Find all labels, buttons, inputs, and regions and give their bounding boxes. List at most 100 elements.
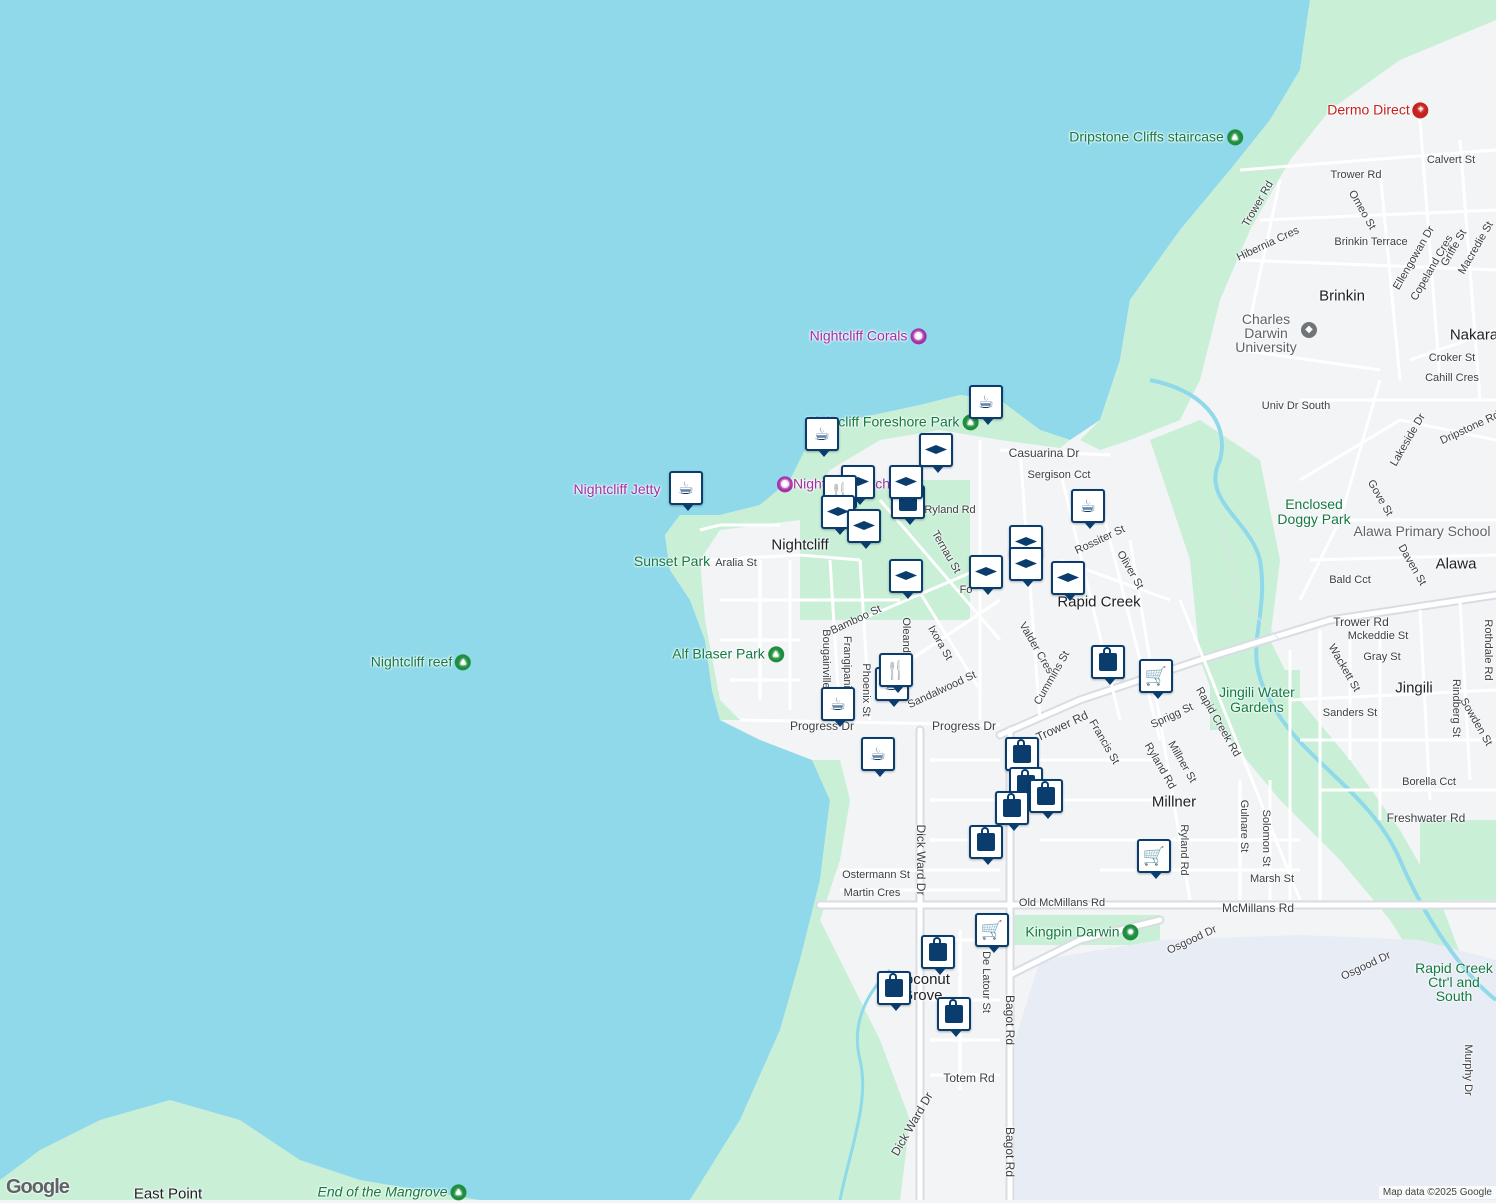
suburb-millner: Millner xyxy=(1151,793,1197,811)
tree-icon: ▲ xyxy=(455,654,472,671)
suburb-nightcliff: Nightcliff xyxy=(771,536,829,554)
street-label: Ostermann St xyxy=(842,869,910,881)
street-label: Trower Rd xyxy=(1330,169,1382,181)
graduation-cap-icon xyxy=(853,521,875,530)
shop-marker[interactable] xyxy=(1005,737,1039,777)
street-label: Casuarina Dr xyxy=(1008,446,1080,460)
shopping-bag-icon xyxy=(885,973,903,997)
school-marker[interactable] xyxy=(1051,561,1085,601)
street-label: Bagot Rd xyxy=(1003,1126,1017,1178)
map-canvas[interactable] xyxy=(0,0,1496,1200)
place-nightcliff-reef[interactable]: Nightcliff reef ▲ xyxy=(371,653,472,671)
shopping-cart-icon: 🛒 xyxy=(980,920,1004,940)
school-marker[interactable] xyxy=(969,555,1003,595)
street-label: Trower Rd xyxy=(1333,615,1389,629)
street-label: De Latour St xyxy=(980,951,992,1013)
school-marker[interactable] xyxy=(1009,547,1043,587)
suburb-jingili: Jingili xyxy=(1395,679,1433,697)
cafe-marker[interactable]: ☕ xyxy=(669,471,703,511)
street-label: Bagot Rd xyxy=(1003,994,1017,1046)
shopping-bag-icon xyxy=(945,999,963,1023)
place-label: Dripstone Cliffs staircase xyxy=(1069,128,1224,145)
restaurant-marker[interactable]: 🍴 xyxy=(879,653,913,693)
shopping-cart-icon: 🛒 xyxy=(1144,666,1168,686)
place-nightcliff-corals[interactable]: Nightcliff Corals ◉ xyxy=(809,327,927,345)
place-label: Kingpin Darwin xyxy=(1025,923,1120,940)
map-attribution[interactable]: Map data ©2025 Google xyxy=(1378,1186,1496,1199)
street-label: Croker St xyxy=(1428,352,1476,364)
place-label: Charles Darwin University xyxy=(1235,311,1297,355)
graduation-cap-icon xyxy=(895,477,917,486)
street-label: Sergison Cct xyxy=(1027,469,1091,481)
cafe-marker[interactable]: ☕ xyxy=(821,687,855,727)
shop-marker[interactable] xyxy=(1029,779,1063,819)
graduation-cap-icon xyxy=(1057,573,1079,582)
school-marker[interactable] xyxy=(847,509,881,549)
shop-marker[interactable] xyxy=(969,825,1003,865)
place-label: Nightcliff Corals xyxy=(809,327,908,344)
bowling-icon: ● xyxy=(1122,924,1139,941)
street-label: Calvert St xyxy=(1426,154,1476,166)
place-alf-blaser-park[interactable]: Alf Blaser Park ▲ xyxy=(672,645,784,663)
shop-marker[interactable] xyxy=(921,935,955,975)
place-rapid-creek-ctrl[interactable]: Rapid Creek Ctr'l and South xyxy=(1409,961,1496,1003)
tree-icon: ▲ xyxy=(1226,129,1243,146)
place-charles-darwin-uni[interactable]: Charles Darwin University xyxy=(1221,312,1311,354)
suburb-nakara: Nakara xyxy=(1449,326,1496,344)
street-label: McMillans Rd xyxy=(1221,901,1295,915)
camera-icon: ◉ xyxy=(910,328,927,345)
place-enclosed-doggy-park[interactable]: Enclosed Doggy Park xyxy=(1269,497,1359,527)
coffee-cup-icon: ☕ xyxy=(813,424,831,444)
school-marker[interactable] xyxy=(889,559,923,599)
coffee-cup-icon: ☕ xyxy=(677,478,695,498)
coffee-cup-icon: ☕ xyxy=(1079,496,1097,516)
street-label: Progress Dr xyxy=(931,719,997,733)
place-kingpin-darwin[interactable]: Kingpin Darwin ● xyxy=(1025,923,1139,941)
street-label: Old McMillans Rd xyxy=(1018,897,1106,909)
street-label: Dick Ward Dr xyxy=(914,824,928,896)
google-logo: Google xyxy=(6,1176,70,1198)
street-label: Rothdale Rd xyxy=(1482,619,1494,681)
street-label: Sanders St xyxy=(1322,707,1378,719)
shop-marker[interactable] xyxy=(877,971,911,1011)
place-dripstone-cliffs[interactable]: Dripstone Cliffs staircase ▲ xyxy=(1069,128,1243,146)
street-label: Cahill Cres xyxy=(1425,372,1479,384)
fork-knife-icon: 🍴 xyxy=(884,660,908,680)
cafe-marker[interactable]: ☕ xyxy=(1071,489,1105,529)
shop-marker[interactable] xyxy=(1091,645,1125,685)
shop-marker[interactable] xyxy=(937,997,971,1037)
place-jingili-water-gardens[interactable]: Jingili Water Gardens xyxy=(1212,685,1302,715)
place-end-of-mangrove[interactable]: End of the Mangrove ▲ xyxy=(318,1183,467,1201)
graduation-cap-icon xyxy=(895,571,917,580)
place-sunset-park[interactable]: Sunset Park xyxy=(634,553,710,569)
place-alawa-primary[interactable]: Alawa Primary School xyxy=(1354,523,1491,539)
school-marker[interactable] xyxy=(889,465,923,505)
cafe-marker[interactable]: ☕ xyxy=(861,737,895,777)
street-label: Gulnare St xyxy=(1238,799,1250,853)
coffee-cup-icon: ☕ xyxy=(829,694,847,714)
tree-icon: ▲ xyxy=(767,646,784,663)
grocery-marker[interactable]: 🛒 xyxy=(1139,659,1173,699)
street-label: Gray St xyxy=(1363,651,1401,663)
graduation-cap-icon xyxy=(827,507,849,516)
place-dermo-direct[interactable]: Dermo Direct + xyxy=(1327,101,1429,119)
tree-icon: ▲ xyxy=(450,1184,467,1201)
cafe-marker[interactable]: ☕ xyxy=(805,417,839,457)
graduation-cap-icon xyxy=(975,567,997,576)
shop-marker[interactable] xyxy=(995,791,1029,831)
cafe-marker[interactable]: ☕ xyxy=(969,385,1003,425)
street-label: Solomon St xyxy=(1260,809,1272,867)
place-nightcliff-jetty[interactable]: Nightcliff Jetty xyxy=(574,481,661,497)
grocery-marker[interactable]: 🛒 xyxy=(1137,839,1171,879)
street-label: Brinkin Terrace xyxy=(1334,236,1408,248)
street-label: Bald Cct xyxy=(1329,574,1371,586)
graduation-cap-icon xyxy=(925,445,947,454)
graduation-cap-icon xyxy=(1015,537,1037,546)
suburb-alawa: Alawa xyxy=(1435,555,1477,573)
street-label: Totem Rd xyxy=(943,1071,995,1085)
graduation-cap-icon xyxy=(1015,559,1037,568)
school-marker[interactable] xyxy=(919,433,953,473)
street-label: Bougainvillea xyxy=(820,629,832,695)
grocery-marker[interactable]: 🛒 xyxy=(975,913,1009,953)
school-icon: ◆ xyxy=(1301,322,1317,338)
